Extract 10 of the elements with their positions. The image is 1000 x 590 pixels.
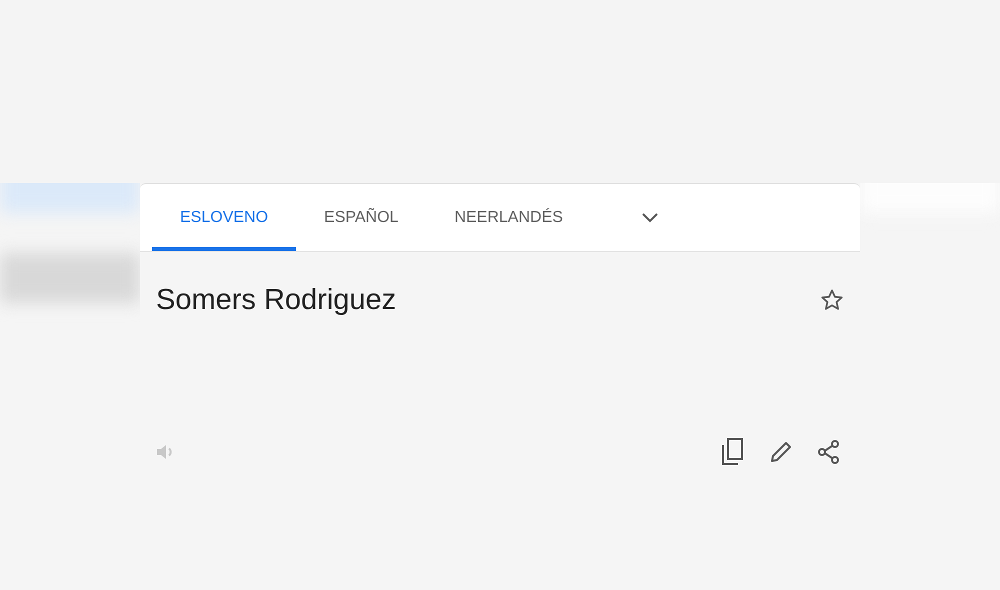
language-tab[interactable]: NEERLANDÉS xyxy=(426,184,591,251)
language-tab[interactable]: ESPAÑOL xyxy=(296,184,426,251)
copy-icon xyxy=(720,437,746,467)
share-icon xyxy=(816,439,842,465)
copy-button[interactable] xyxy=(720,436,746,468)
chevron-down-icon xyxy=(640,212,659,224)
pencil-icon xyxy=(768,439,794,465)
translation-text: Somers Rodriguez xyxy=(156,284,396,318)
star-icon xyxy=(820,288,844,312)
language-tab[interactable]: ESLOVENO xyxy=(152,184,296,251)
